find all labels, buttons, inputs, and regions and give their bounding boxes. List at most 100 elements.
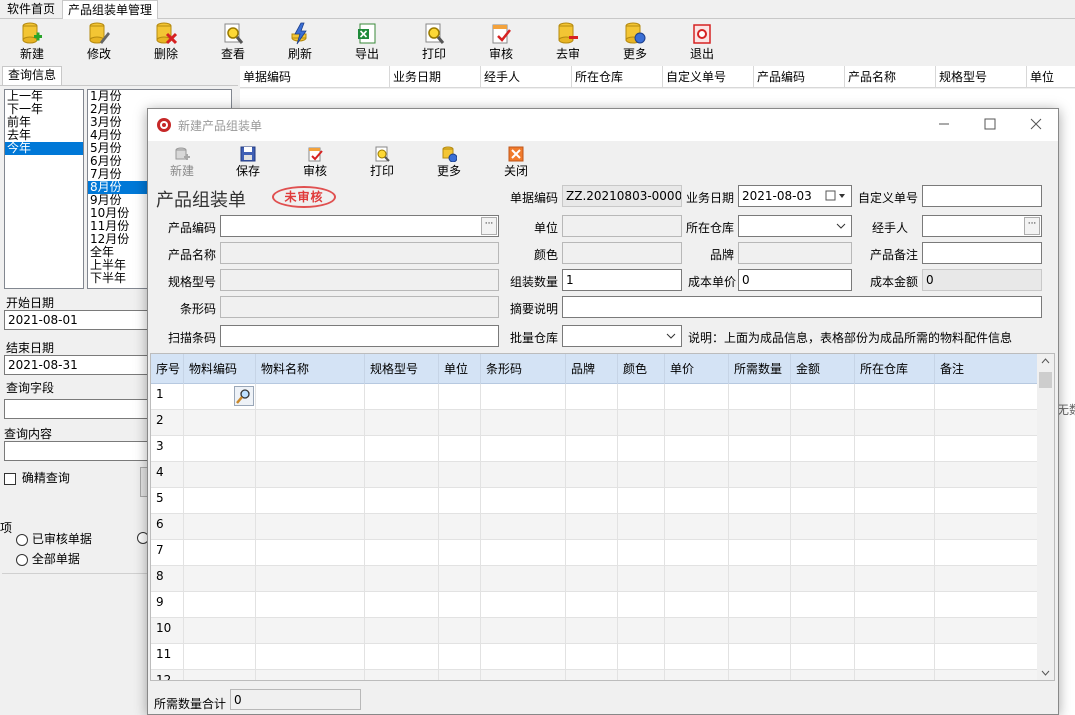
grid-cell[interactable] — [256, 592, 365, 618]
grid-cell[interactable] — [566, 384, 618, 410]
grid-cell[interactable] — [184, 436, 256, 462]
grid-cell[interactable] — [365, 384, 439, 410]
toolbar-edit-button[interactable]: 修改 — [77, 21, 121, 65]
grid-cell[interactable] — [184, 670, 256, 680]
grid-cell[interactable] — [566, 462, 618, 488]
grid-cell[interactable] — [665, 488, 729, 514]
grid-row[interactable]: 9 — [151, 592, 1039, 618]
grid-cell[interactable] — [665, 618, 729, 644]
grid-cell[interactable] — [439, 436, 481, 462]
grid-cell[interactable] — [184, 462, 256, 488]
list-column-header[interactable]: 经手人 — [481, 66, 572, 88]
grid-cell[interactable] — [566, 644, 618, 670]
grid-cell[interactable] — [365, 540, 439, 566]
list-column-header[interactable]: 产品名称 — [845, 66, 936, 88]
grid-cell[interactable] — [935, 436, 1039, 462]
grid-cell[interactable] — [618, 514, 665, 540]
material-lookup-icon[interactable] — [234, 386, 254, 406]
scroll-down-icon[interactable] — [1041, 670, 1050, 676]
grid-cell[interactable] — [855, 514, 935, 540]
grid-cell[interactable] — [618, 592, 665, 618]
grid-cell[interactable] — [481, 644, 566, 670]
custom-no-field[interactable] — [922, 185, 1042, 207]
grid-cell[interactable] — [566, 592, 618, 618]
grid-cell[interactable] — [481, 670, 566, 680]
grid-cell[interactable] — [729, 514, 791, 540]
grid-cell[interactable] — [935, 592, 1039, 618]
dialog-print-button[interactable]: 打印 — [360, 146, 404, 180]
grid-cell[interactable] — [665, 644, 729, 670]
query-field-select[interactable] — [4, 399, 154, 419]
grid-column-header[interactable]: 物料编码 — [184, 354, 256, 384]
grid-cell[interactable] — [935, 644, 1039, 670]
grid-cell[interactable] — [365, 566, 439, 592]
grid-row[interactable]: 6 — [151, 514, 1039, 540]
grid-cell[interactable] — [481, 514, 566, 540]
grid-cell[interactable] — [729, 566, 791, 592]
grid-cell[interactable] — [566, 410, 618, 436]
start-date-input[interactable]: 2021-08-01 — [4, 310, 154, 330]
grid-cell[interactable] — [665, 462, 729, 488]
grid-cell[interactable] — [729, 384, 791, 410]
list-column-header[interactable]: 规格型号 — [936, 66, 1027, 88]
grid-column-header[interactable]: 单价 — [665, 354, 729, 384]
grid-row[interactable]: 3 — [151, 436, 1039, 462]
grid-cell[interactable] — [184, 566, 256, 592]
grid-column-header[interactable]: 金额 — [791, 354, 855, 384]
grid-cell[interactable] — [566, 670, 618, 680]
grid-cell[interactable] — [481, 566, 566, 592]
grid-cell[interactable] — [481, 436, 566, 462]
grid-cell[interactable] — [665, 566, 729, 592]
grid-row[interactable]: 2 — [151, 410, 1039, 436]
grid-cell[interactable] — [566, 488, 618, 514]
grid-cell[interactable] — [256, 644, 365, 670]
grid-cell[interactable] — [566, 566, 618, 592]
list-column-header[interactable]: 单位 — [1027, 66, 1075, 88]
grid-row[interactable]: 1 — [151, 384, 1039, 410]
grid-cell[interactable] — [791, 514, 855, 540]
grid-cell[interactable] — [791, 384, 855, 410]
grid-cell[interactable] — [618, 618, 665, 644]
grid-cell[interactable] — [618, 436, 665, 462]
tab-assembly-management[interactable]: 产品组装单管理 — [62, 0, 159, 19]
grid-row[interactable]: 5 — [151, 488, 1039, 514]
grid-cell[interactable] — [791, 618, 855, 644]
grid-cell[interactable] — [618, 670, 665, 680]
grid-cell[interactable] — [935, 488, 1039, 514]
grid-vertical-scrollbar[interactable] — [1037, 354, 1054, 680]
grid-column-header[interactable]: 所在仓库 — [855, 354, 935, 384]
handler-picker-button[interactable]: ··· — [1024, 217, 1040, 235]
grid-row[interactable]: 7 — [151, 540, 1039, 566]
grid-cell[interactable] — [855, 670, 935, 680]
grid-cell[interactable] — [439, 462, 481, 488]
grid-cell[interactable] — [855, 384, 935, 410]
grid-cell[interactable] — [184, 410, 256, 436]
unit-cost-field[interactable]: 0 — [738, 269, 852, 291]
grid-cell[interactable] — [729, 618, 791, 644]
grid-column-header[interactable]: 条形码 — [481, 354, 566, 384]
grid-cell[interactable] — [439, 618, 481, 644]
grid-cell[interactable] — [618, 566, 665, 592]
grid-cell[interactable] — [855, 618, 935, 644]
grid-cell[interactable] — [935, 618, 1039, 644]
grid-cell[interactable] — [256, 618, 365, 644]
grid-cell[interactable] — [935, 670, 1039, 680]
grid-cell[interactable] — [481, 410, 566, 436]
dialog-more-button[interactable]: 更多 — [427, 146, 471, 180]
grid-row[interactable]: 4 — [151, 462, 1039, 488]
grid-column-header[interactable]: 物料名称 — [256, 354, 365, 384]
grid-cell[interactable] — [665, 540, 729, 566]
grid-column-header[interactable]: 备注 — [935, 354, 1039, 384]
toolbar-new-button[interactable]: 新建 — [10, 21, 54, 65]
grid-cell[interactable] — [365, 488, 439, 514]
grid-row[interactable]: 8 — [151, 566, 1039, 592]
scan-barcode-field[interactable] — [220, 325, 499, 347]
grid-cell[interactable] — [481, 618, 566, 644]
radio-audited[interactable]: 已审核单据 — [16, 530, 92, 547]
grid-cell[interactable] — [618, 488, 665, 514]
grid-cell[interactable] — [791, 566, 855, 592]
scroll-thumb[interactable] — [1039, 372, 1052, 388]
grid-cell[interactable] — [566, 618, 618, 644]
grid-cell[interactable] — [365, 592, 439, 618]
grid-cell[interactable] — [855, 540, 935, 566]
